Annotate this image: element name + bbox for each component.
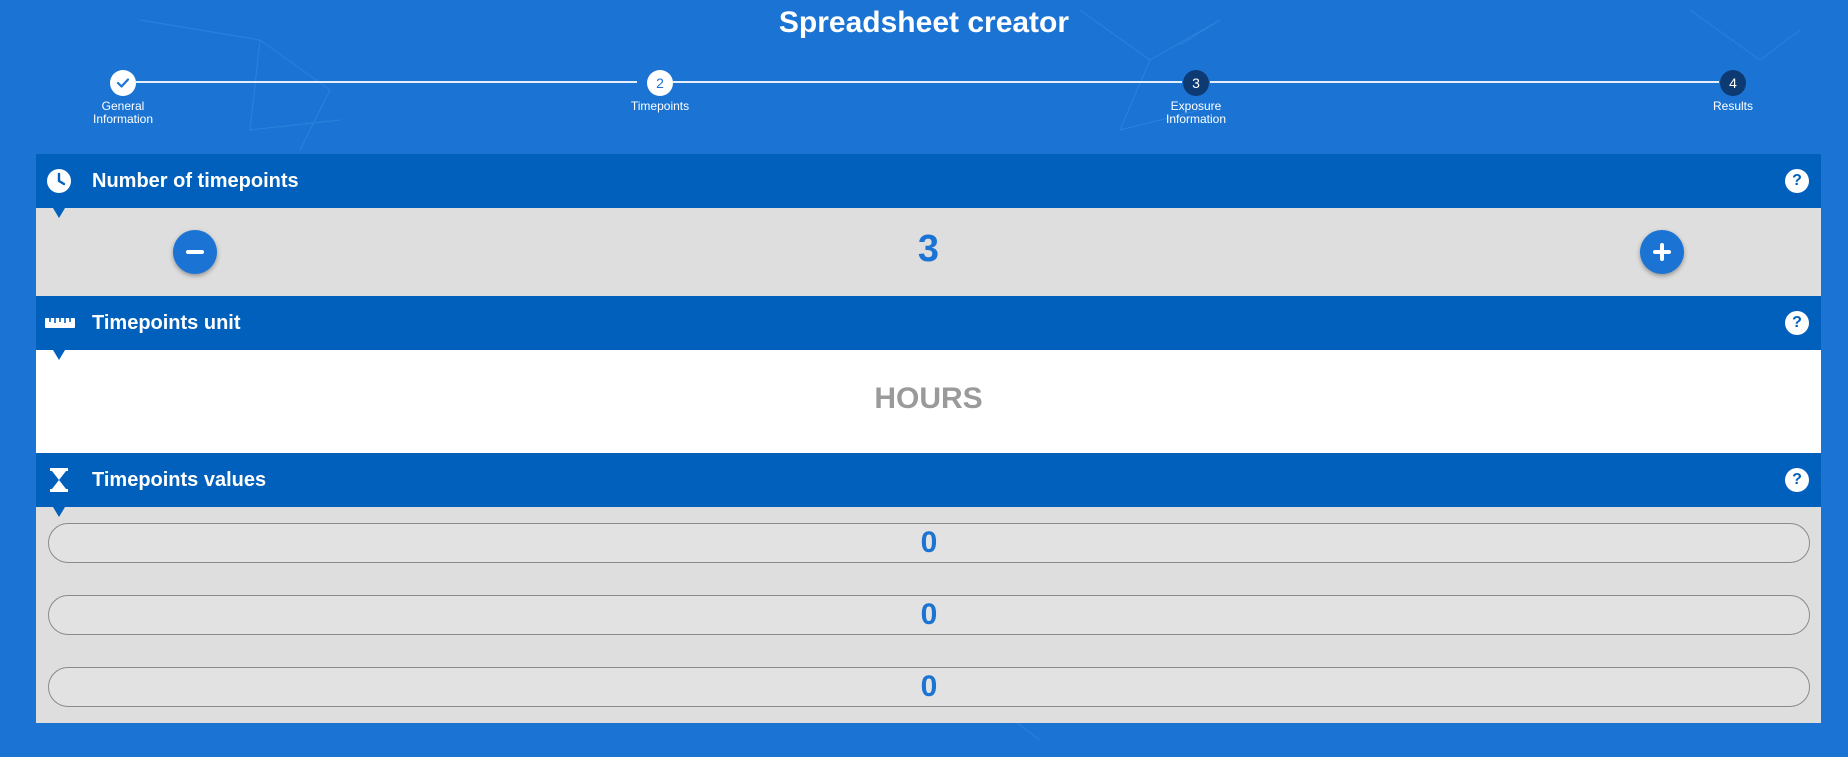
panel-header: Number of timepoints ? bbox=[36, 154, 1821, 208]
panel-pointer bbox=[53, 507, 65, 517]
step-circle: 3 bbox=[1183, 70, 1209, 96]
timepoint-values-panel: Timepoints values ? 0 0 0 bbox=[36, 453, 1821, 723]
timepoint-unit-panel: Timepoints unit ? HOURS bbox=[36, 296, 1821, 453]
unit-value: HOURS bbox=[874, 382, 983, 415]
help-button[interactable]: ? bbox=[1785, 169, 1809, 193]
panel-title: Timepoints unit bbox=[92, 312, 241, 334]
clock-icon bbox=[47, 169, 71, 193]
panel-body: 3 bbox=[36, 208, 1821, 296]
plus-icon bbox=[1653, 243, 1671, 261]
step-connector bbox=[136, 81, 637, 83]
step-connector bbox=[673, 81, 1182, 83]
panel-header: Timepoints unit ? bbox=[36, 296, 1821, 350]
step-general-information[interactable]: General Information bbox=[53, 70, 193, 126]
hourglass-icon bbox=[50, 468, 68, 492]
increment-button[interactable] bbox=[1640, 230, 1684, 274]
timepoint-value-input[interactable]: 0 bbox=[48, 595, 1810, 635]
timepoint-count-panel: Number of timepoints ? 3 bbox=[36, 154, 1821, 296]
timepoint-value-input[interactable]: 0 bbox=[48, 523, 1810, 563]
step-label: Exposure Information bbox=[1165, 99, 1227, 126]
step-label: General Information bbox=[92, 99, 154, 126]
step-results[interactable]: 4 Results bbox=[1663, 70, 1803, 113]
step-label: Results bbox=[1712, 99, 1753, 113]
panel-body: 0 0 0 bbox=[36, 507, 1821, 723]
panel-title: Number of timepoints bbox=[92, 170, 299, 192]
step-circle: 4 bbox=[1720, 70, 1746, 96]
panel-title: Timepoints values bbox=[92, 469, 267, 491]
ruler-icon bbox=[45, 318, 75, 328]
help-button[interactable]: ? bbox=[1785, 468, 1809, 492]
help-button[interactable]: ? bbox=[1785, 311, 1809, 335]
step-exposure-information[interactable]: 3 Exposure Information bbox=[1126, 70, 1266, 126]
step-connector bbox=[1210, 81, 1719, 83]
check-icon bbox=[116, 78, 130, 88]
step-label: Timepoints bbox=[630, 99, 690, 113]
panel-pointer bbox=[53, 208, 65, 218]
timepoint-count: 3 bbox=[917, 228, 940, 270]
step-circle bbox=[110, 70, 136, 96]
step-timepoints[interactable]: 2 Timepoints bbox=[590, 70, 730, 113]
step-circle: 2 bbox=[647, 70, 673, 96]
panel-pointer bbox=[53, 350, 65, 360]
progress-stepper: General Information 2 Timepoints 3 Expos… bbox=[0, 0, 1848, 140]
unit-selector[interactable]: HOURS bbox=[36, 350, 1821, 453]
timepoint-value-input[interactable]: 0 bbox=[48, 667, 1810, 707]
panel-header: Timepoints values ? bbox=[36, 453, 1821, 507]
